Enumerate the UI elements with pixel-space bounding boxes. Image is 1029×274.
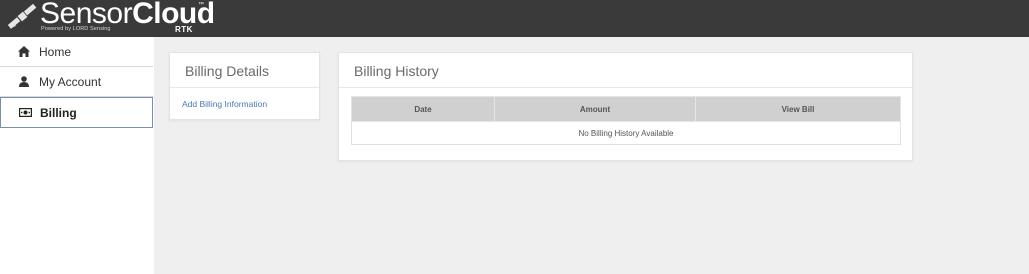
table-row: No Billing History Available <box>351 121 901 145</box>
sidebar-item-label: Home <box>39 44 72 59</box>
column-header-view-bill[interactable]: View Bill <box>695 96 901 122</box>
column-header-date[interactable]: Date <box>351 96 495 122</box>
sidebar-item-billing[interactable]: Billing <box>0 97 153 128</box>
sidebar: Home My Account Billing <box>0 37 154 274</box>
sidebar-item-label: Billing <box>40 105 77 120</box>
add-billing-information-link[interactable]: Add Billing Information <box>182 99 267 109</box>
billing-details-title: Billing Details <box>170 53 319 88</box>
logo-trademark: ™ <box>198 2 204 8</box>
top-header: SensorCloud ™ Powered by LORD Sensing RT… <box>0 0 1029 37</box>
money-icon <box>18 108 32 117</box>
logo-tagline: Powered by LORD Sensing <box>41 26 111 32</box>
empty-history-message: No Billing History Available <box>351 121 901 145</box>
billing-history-table: Date Amount View Bill No Billing History… <box>351 96 901 145</box>
column-header-amount[interactable]: Amount <box>494 96 696 122</box>
sidebar-item-home[interactable]: Home <box>0 37 153 67</box>
home-icon <box>17 46 31 57</box>
logo-rtk-label: RTK <box>175 25 193 34</box>
user-icon <box>17 76 31 87</box>
sidebar-item-label: My Account <box>39 74 102 89</box>
billing-history-panel: Billing History Date Amount View Bill No… <box>338 52 913 161</box>
sidebar-item-my-account[interactable]: My Account <box>0 67 153 97</box>
billing-history-title: Billing History <box>339 53 912 88</box>
billing-details-panel: Billing Details Add Billing Information <box>169 52 320 120</box>
satellite-icon <box>7 3 37 29</box>
table-header-row: Date Amount View Bill <box>351 96 901 122</box>
